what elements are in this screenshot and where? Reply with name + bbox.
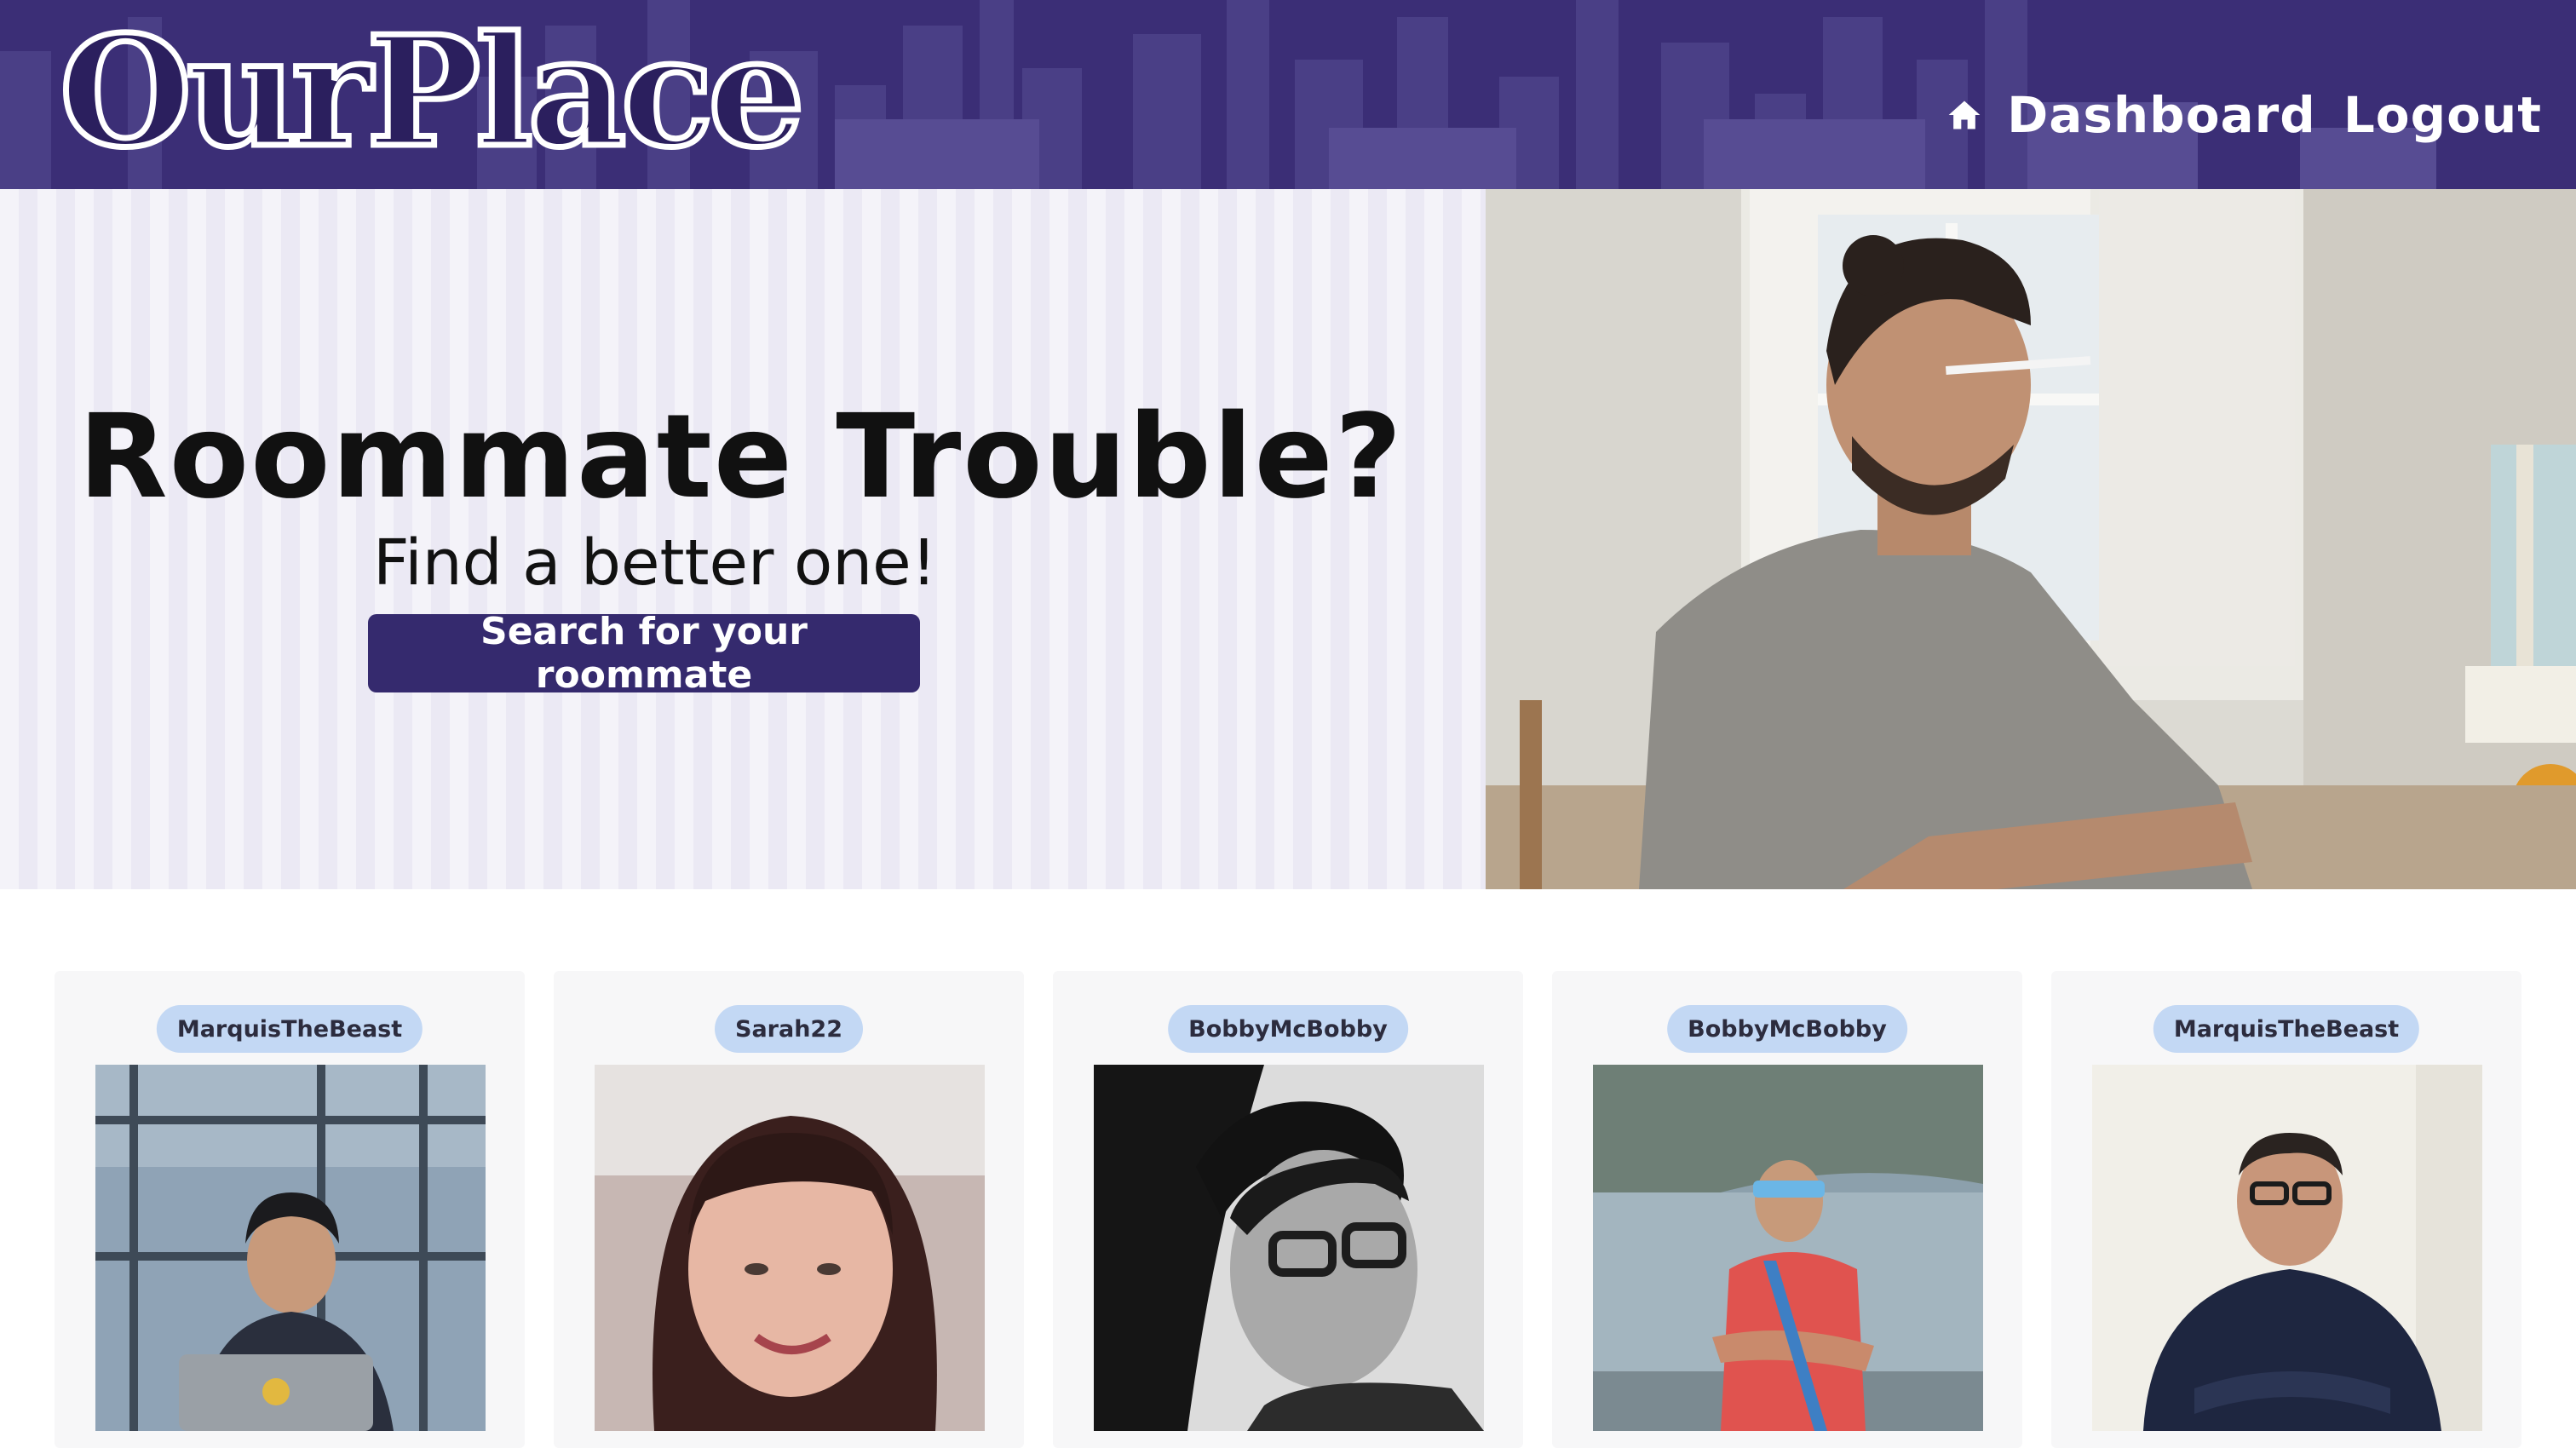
- dashboard-link[interactable]: Dashboard: [1946, 86, 2316, 144]
- username-badge[interactable]: Sarah22: [715, 1005, 863, 1053]
- man-red-shirt-lake-photo: [1593, 1065, 1983, 1431]
- username-badge[interactable]: BobbyMcBobby: [1667, 1005, 1907, 1053]
- home-icon: [1948, 101, 1981, 129]
- username-badge[interactable]: MarquisTheBeast: [2153, 1005, 2420, 1053]
- logout-label: Logout: [2343, 86, 2542, 144]
- man-with-glasses-bw-photo: [1094, 1065, 1484, 1431]
- roommate-photo[interactable]: [1593, 1065, 1983, 1431]
- hero-subtitle: Find a better one!: [373, 526, 937, 600]
- man-with-headphones-laptop-photo: [95, 1065, 486, 1431]
- nav-links: Dashboard Logout: [1946, 77, 2542, 153]
- roommate-photo[interactable]: [95, 1065, 486, 1431]
- top-navbar: OurPlace OurPlace Dashboard Logout: [0, 0, 2576, 189]
- roommate-card[interactable]: BobbyMcBobby: [1053, 971, 1523, 1448]
- roommate-photo[interactable]: [1094, 1065, 1484, 1431]
- search-roommate-button[interactable]: Search for your roommate: [368, 610, 920, 697]
- man-glasses-dark-shirt-photo: [2092, 1065, 2482, 1431]
- woman-with-bangs-photo: [595, 1065, 985, 1431]
- roommate-photo[interactable]: [595, 1065, 985, 1431]
- roommate-card[interactable]: Sarah22: [554, 971, 1024, 1448]
- hero-title: Roommate Trouble?: [78, 390, 1404, 525]
- roommate-card[interactable]: MarquisTheBeast: [2051, 971, 2521, 1448]
- ourplace-logo[interactable]: OurPlace: [57, 3, 808, 180]
- hero-text-panel: Roommate Trouble? Find a better one! Sea…: [0, 189, 1486, 889]
- roommate-card[interactable]: BobbyMcBobby: [1552, 971, 2022, 1448]
- username-badge[interactable]: MarquisTheBeast: [156, 1005, 423, 1053]
- logout-link[interactable]: Logout: [2343, 86, 2542, 144]
- roommate-cards: MarquisTheBeast Sarah22 BobbyMcBobby Bob…: [0, 971, 2576, 1448]
- roommate-photo[interactable]: [2092, 1065, 2482, 1431]
- man-with-pencil-mustache-photo: [1486, 189, 2576, 889]
- roommate-card[interactable]: MarquisTheBeast: [55, 971, 525, 1448]
- hero-photo: [1486, 189, 2576, 889]
- username-badge[interactable]: BobbyMcBobby: [1168, 1005, 1408, 1053]
- dashboard-label: Dashboard: [2007, 86, 2316, 144]
- hero-section: Roommate Trouble? Find a better one! Sea…: [0, 189, 2576, 889]
